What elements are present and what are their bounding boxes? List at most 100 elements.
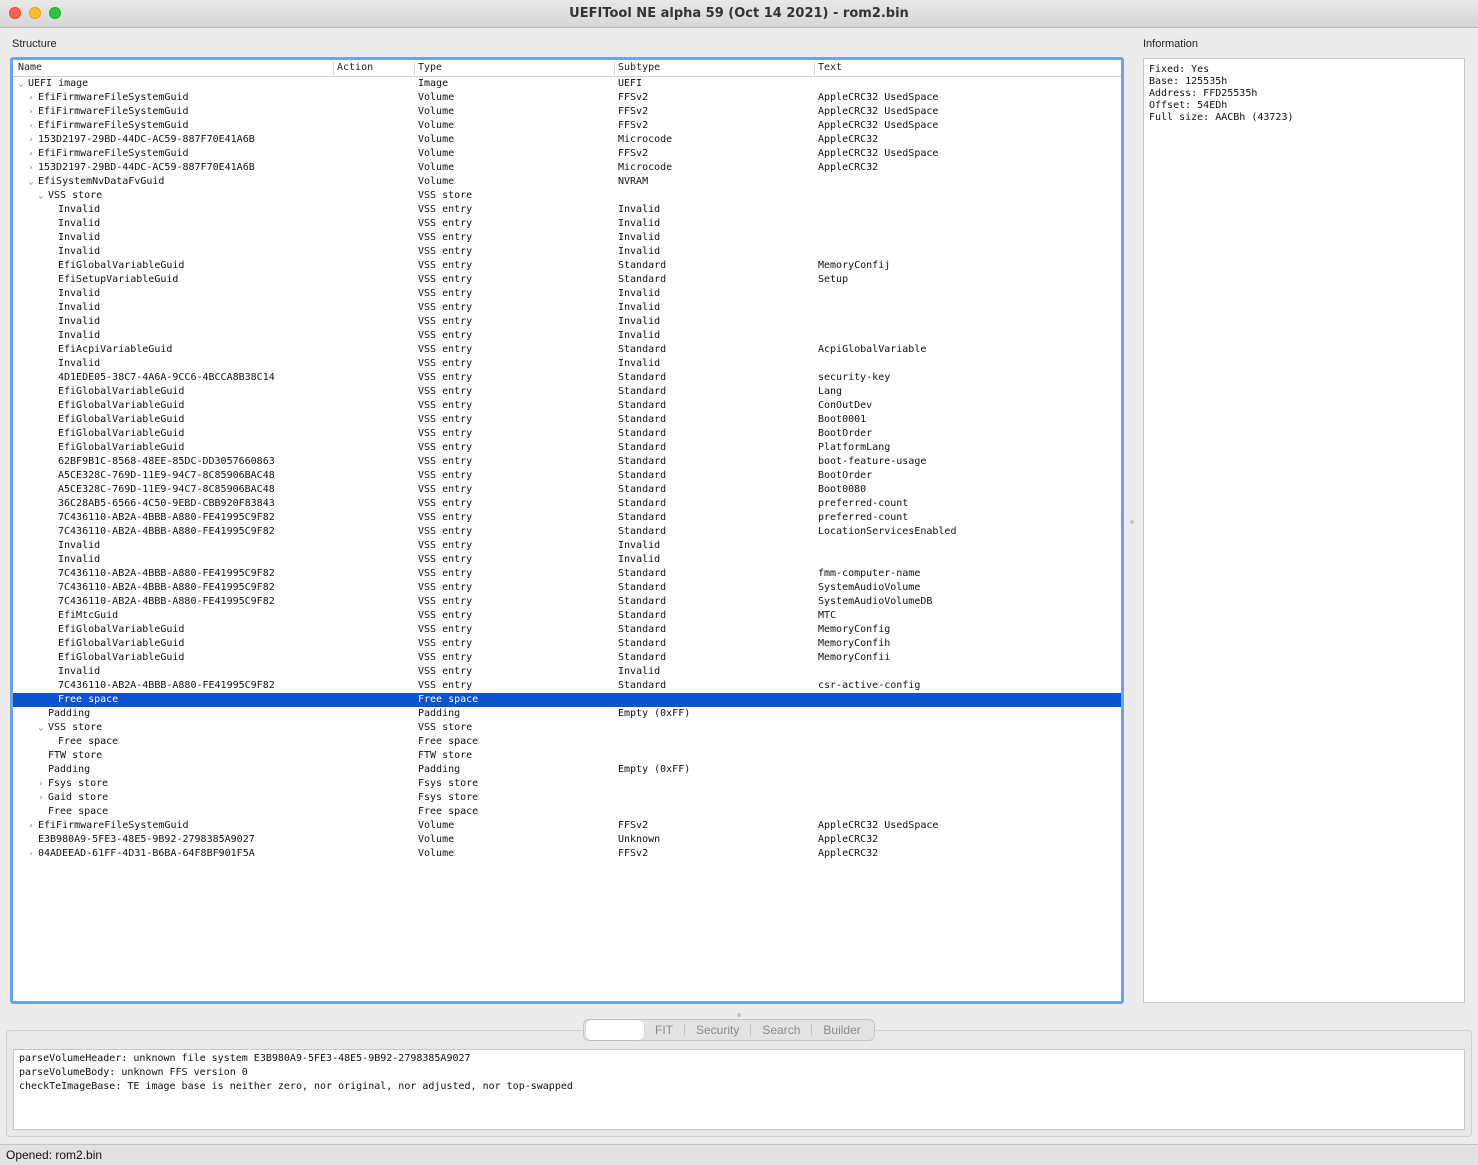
- tree-row[interactable]: EfiAcpiVariableGuid VSS entry Standard Acpi…: [13, 343, 1121, 357]
- tree-row[interactable]: › EfiFirmwareFileSystemGuid Volume FFSv2 App…: [13, 105, 1121, 119]
- information-panel[interactable]: Fixed: Yes Base: 125535h Address: FFD25535…: [1143, 58, 1465, 1003]
- tree-row[interactable]: 7C436110-AB2A-4BBB-A880-FE41995C9F82 VSS …: [13, 595, 1121, 609]
- tree-row[interactable]: EfiGlobalVariableGuid VSS entry Standard Co…: [13, 399, 1121, 413]
- tree-row[interactable]: 7C436110-AB2A-4BBB-A880-FE41995C9F82 VSS …: [13, 679, 1121, 693]
- tab-security[interactable]: Security: [685, 1020, 750, 1040]
- tree-row[interactable]: Invalid VSS entry Invalid: [13, 539, 1121, 553]
- column-separator[interactable]: [414, 62, 415, 75]
- tree-row[interactable]: 7C436110-AB2A-4BBB-A880-FE41995C9F82 VSS …: [13, 581, 1121, 595]
- column-separator[interactable]: [614, 62, 615, 75]
- tree-row[interactable]: ⌄ UEFI image Image UEFI: [13, 77, 1121, 91]
- tree-row[interactable]: Padding Padding Empty (0xFF): [13, 763, 1121, 777]
- column-header-action[interactable]: Action: [337, 62, 373, 73]
- tree-row-subtype: Microcode: [618, 134, 673, 145]
- column-header-text[interactable]: Text: [818, 62, 842, 73]
- message-line[interactable]: parseVolumeHeader: unknown file system E…: [19, 1052, 1459, 1066]
- tree-row-name: 7C436110-AB2A-4BBB-A880-FE41995C9F82: [58, 526, 275, 537]
- chevron-down-icon[interactable]: ⌄: [26, 175, 36, 189]
- tree-row[interactable]: Invalid VSS entry Invalid: [13, 329, 1121, 343]
- tree-row[interactable]: › 04ADEEAD-61FF-4D31-B6BA-64F8BF901F5A Vol…: [13, 847, 1121, 861]
- tree-row[interactable]: 7C436110-AB2A-4BBB-A880-FE41995C9F82 VSS …: [13, 567, 1121, 581]
- chevron-down-icon[interactable]: ⌄: [36, 189, 46, 203]
- chevron-right-icon[interactable]: ›: [26, 105, 36, 119]
- column-header-subtype[interactable]: Subtype: [618, 62, 660, 73]
- tree-row[interactable]: Invalid VSS entry Invalid: [13, 203, 1121, 217]
- tree-row[interactable]: Invalid VSS entry Invalid: [13, 357, 1121, 371]
- tree-row[interactable]: 7C436110-AB2A-4BBB-A880-FE41995C9F82 VSS …: [13, 511, 1121, 525]
- column-separator[interactable]: [333, 62, 334, 75]
- tree-row-name: EfiGlobalVariableGuid: [58, 414, 185, 425]
- tree-row[interactable]: EfiGlobalVariableGuid VSS entry Standard Me…: [13, 651, 1121, 665]
- tree-row[interactable]: EfiGlobalVariableGuid VSS entry Standard La…: [13, 385, 1121, 399]
- tree-row[interactable]: Invalid VSS entry Invalid: [13, 231, 1121, 245]
- tree-row[interactable]: Free space Free space: [13, 735, 1121, 749]
- tree-row[interactable]: ⌄ VSS store VSS store: [13, 189, 1121, 203]
- tree-row[interactable]: › 153D2197-29BD-44DC-AC59-887F70E41A6B Vol…: [13, 161, 1121, 175]
- tree-row[interactable]: Invalid VSS entry Invalid: [13, 301, 1121, 315]
- chevron-right-icon[interactable]: ›: [26, 91, 36, 105]
- tree-row[interactable]: Free space Free space: [13, 693, 1121, 707]
- tree-row[interactable]: A5CE328C-769D-11E9-94C7-8C85906BAC48 VSS …: [13, 483, 1121, 497]
- tree-row[interactable]: ⌄ VSS store VSS store: [13, 721, 1121, 735]
- chevron-down-icon[interactable]: ⌄: [16, 77, 26, 91]
- tree-row[interactable]: › Gaid store Fsys store: [13, 791, 1121, 805]
- chevron-right-icon[interactable]: ›: [26, 133, 36, 147]
- tree-row-subtype: Standard: [618, 624, 667, 635]
- tree-row[interactable]: Invalid VSS entry Invalid: [13, 665, 1121, 679]
- chevron-right-icon[interactable]: ›: [26, 161, 36, 175]
- tree-row[interactable]: EfiGlobalVariableGuid VSS entry Standard Bo…: [13, 413, 1121, 427]
- tree-row[interactable]: Invalid VSS entry Invalid: [13, 217, 1121, 231]
- vertical-splitter-handle[interactable]: [1130, 520, 1134, 524]
- tree-row[interactable]: A5CE328C-769D-11E9-94C7-8C85906BAC48 VSS …: [13, 469, 1121, 483]
- tab-builder[interactable]: Builder: [812, 1020, 871, 1040]
- tree-row[interactable]: Free space Free space: [13, 805, 1121, 819]
- message-line[interactable]: checkTeImageBase: TE image base is neith…: [19, 1080, 1459, 1094]
- tree-row[interactable]: Padding Padding Empty (0xFF): [13, 707, 1121, 721]
- chevron-right-icon[interactable]: ›: [26, 819, 36, 833]
- tab-messages[interactable]: [586, 1020, 644, 1040]
- tree-row[interactable]: › EfiFirmwareFileSystemGuid Volume FFSv2 App…: [13, 91, 1121, 105]
- tree-row[interactable]: › EfiFirmwareFileSystemGuid Volume FFSv2 App…: [13, 147, 1121, 161]
- tree-row-name: EfiSetupVariableGuid: [58, 274, 179, 285]
- horizontal-splitter-handle[interactable]: [737, 1013, 741, 1017]
- chevron-right-icon[interactable]: ›: [26, 119, 36, 133]
- column-header-name[interactable]: Name: [18, 62, 42, 73]
- tree-row[interactable]: EfiGlobalVariableGuid VSS entry Standard Me…: [13, 259, 1121, 273]
- tree-row[interactable]: ⌄ EfiSystemNvDataFvGuid Volume NVRAM: [13, 175, 1121, 189]
- tree-row[interactable]: 62BF9B1C-8568-48EE-85DC-DD3057660863 VSS …: [13, 455, 1121, 469]
- chevron-right-icon[interactable]: ›: [36, 791, 46, 805]
- chevron-right-icon[interactable]: ›: [36, 777, 46, 791]
- message-line[interactable]: parseVolumeBody: unknown FFS version 0: [19, 1066, 1459, 1080]
- column-header-type[interactable]: Type: [418, 62, 442, 73]
- tree-row[interactable]: 4D1EDE05-38C7-4A6A-9CC6-4BCCA8B38C14 VSS …: [13, 371, 1121, 385]
- tree-row[interactable]: › 153D2197-29BD-44DC-AC59-887F70E41A6B Vol…: [13, 133, 1121, 147]
- tree-row[interactable]: EfiGlobalVariableGuid VSS entry Standard Me…: [13, 623, 1121, 637]
- chevron-right-icon[interactable]: ›: [26, 847, 36, 861]
- tree-row[interactable]: 7C436110-AB2A-4BBB-A880-FE41995C9F82 VSS …: [13, 525, 1121, 539]
- tree-row[interactable]: › Fsys store Fsys store: [13, 777, 1121, 791]
- tree-row-type: VSS entry: [418, 484, 473, 495]
- column-separator[interactable]: [814, 62, 815, 75]
- tree-row-subtype: Standard: [618, 274, 667, 285]
- tree-row[interactable]: › EfiFirmwareFileSystemGuid Volume FFSv2 App…: [13, 119, 1121, 133]
- tree-row[interactable]: 36C28AB5-6566-4C50-9EBD-CBB920F83843 VSS …: [13, 497, 1121, 511]
- tree-row[interactable]: EfiSetupVariableGuid VSS entry Standard Set…: [13, 273, 1121, 287]
- tab-search[interactable]: Search: [751, 1020, 811, 1040]
- chevron-right-icon[interactable]: ›: [26, 147, 36, 161]
- tree-row[interactable]: E3B980A9-5FE3-48E5-9B92-2798385A9027 Volu…: [13, 833, 1121, 847]
- tree-row[interactable]: EfiMtcGuid VSS entry Standard MTC: [13, 609, 1121, 623]
- tree-row[interactable]: Invalid VSS entry Invalid: [13, 245, 1121, 259]
- tree-row[interactable]: Invalid VSS entry Invalid: [13, 553, 1121, 567]
- tree-row[interactable]: FTW store FTW store: [13, 749, 1121, 763]
- tree-row[interactable]: › EfiFirmwareFileSystemGuid Volume FFSv2 App…: [13, 819, 1121, 833]
- tree-row[interactable]: Invalid VSS entry Invalid: [13, 315, 1121, 329]
- tree-row-name: EfiFirmwareFileSystemGuid: [38, 92, 189, 103]
- chevron-down-icon[interactable]: ⌄: [36, 721, 46, 735]
- tab-fit[interactable]: FIT: [644, 1020, 684, 1040]
- tree-row[interactable]: EfiGlobalVariableGuid VSS entry Standard Pl…: [13, 441, 1121, 455]
- messages-list[interactable]: parseVolumeHeader: unknown file system E…: [13, 1049, 1465, 1130]
- structure-tree[interactable]: Name Action Type Subtype Text ⌄ UEFI imag…: [10, 57, 1124, 1004]
- tree-row[interactable]: Invalid VSS entry Invalid: [13, 287, 1121, 301]
- tree-row[interactable]: EfiGlobalVariableGuid VSS entry Standard Me…: [13, 637, 1121, 651]
- tree-row[interactable]: EfiGlobalVariableGuid VSS entry Standard Bo…: [13, 427, 1121, 441]
